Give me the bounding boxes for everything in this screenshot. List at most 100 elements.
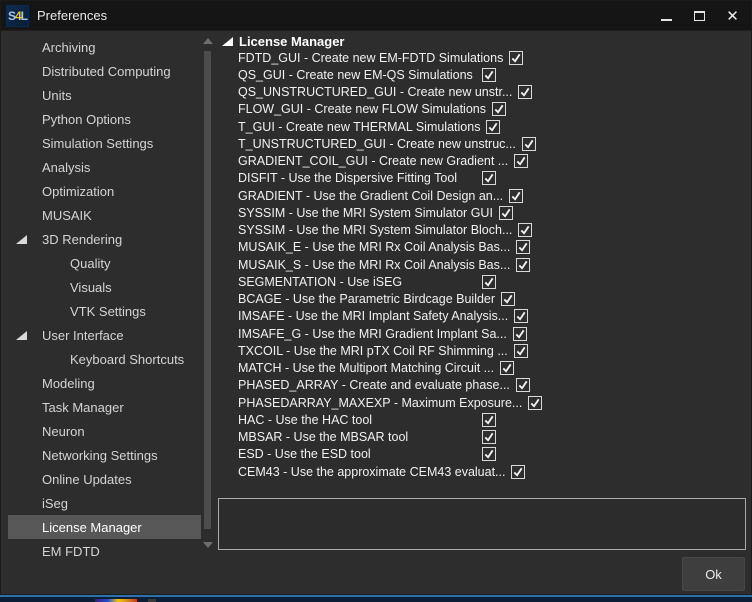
license-checkbox[interactable] (482, 430, 496, 445)
license-checkbox[interactable] (516, 240, 531, 255)
license-checkbox[interactable] (518, 223, 533, 238)
license-checkbox[interactable] (521, 136, 536, 151)
window-controls: ✕ (650, 1, 749, 31)
sidebar-item-python-options[interactable]: Python Options (2, 107, 201, 131)
titlebar: S4L Preferences ✕ (1, 1, 751, 31)
maximize-button[interactable] (683, 1, 716, 31)
sidebar-item-networking-settings[interactable]: Networking Settings (2, 443, 201, 467)
license-checkbox[interactable] (500, 361, 515, 376)
license-row: SEGMENTATION - Use iSEG (238, 273, 496, 290)
license-row: DISFIT - Use the Dispersive Fitting Tool (238, 170, 496, 187)
license-row: TXCOIL - Use the MRI pTX Coil RF Shimmin… (238, 342, 528, 359)
license-row: HAC - Use the HAC tool (238, 411, 496, 428)
close-icon: ✕ (726, 7, 739, 25)
license-checkbox[interactable] (482, 447, 496, 462)
sidebar-item-license-manager[interactable]: License Manager (8, 515, 201, 539)
license-item-label: MBSAR - Use the MBSAR tool (238, 430, 409, 445)
badge-letter-s: S (7, 9, 16, 23)
sidebar-item-label: Analysis (42, 159, 91, 175)
license-item-label: DISFIT - Use the Dispersive Fitting Tool (238, 171, 458, 186)
sidebar-item-label: Modeling (42, 375, 95, 391)
sidebar-scrollbar[interactable] (201, 34, 214, 550)
license-row: QS_UNSTRUCTURED_GUI - Create new unstr..… (238, 84, 533, 101)
description-box[interactable] (218, 498, 746, 550)
sidebar-item-archiving[interactable]: Archiving (2, 35, 201, 59)
license-checkbox[interactable] (509, 50, 524, 65)
sidebar-item-label: Online Updates (42, 471, 132, 487)
sidebar-item-vtk-settings[interactable]: VTK Settings (2, 299, 201, 323)
license-item-label: MUSAIK_E - Use the MRI Rx Coil Analysis … (238, 240, 511, 255)
license-row: SYSSIM - Use the MRI System Simulator Bl… (238, 222, 533, 239)
sidebar-item-label: Units (42, 87, 72, 103)
license-checkbox[interactable] (513, 343, 528, 358)
license-checkbox[interactable] (512, 326, 527, 341)
license-item-label: ESD - Use the ESD tool (238, 447, 371, 462)
sidebar-item-label: 3D Rendering (42, 231, 123, 247)
license-checkbox[interactable] (486, 119, 501, 134)
sidebar-item-analysis[interactable]: Analysis (2, 155, 201, 179)
sidebar-item-3d-rendering[interactable]: 3D Rendering (2, 227, 201, 251)
license-checkbox[interactable] (498, 205, 513, 220)
license-checkbox[interactable] (509, 188, 524, 203)
close-button[interactable]: ✕ (716, 1, 749, 31)
license-checkbox[interactable] (491, 102, 506, 117)
badge-letter-l: L (20, 9, 28, 23)
license-manager-header: License Manager (222, 34, 345, 49)
sidebar-item-simulation-settings[interactable]: Simulation Settings (2, 131, 201, 155)
license-item-label: CEM43 - Use the approximate CEM43 evalua… (238, 464, 506, 479)
sidebar-item-em-fdtd[interactable]: EM FDTD (2, 539, 201, 563)
license-checkbox[interactable] (516, 257, 531, 272)
ok-button[interactable]: Ok (682, 557, 745, 591)
license-checkbox[interactable] (482, 274, 496, 289)
license-item-label: MATCH - Use the Multiport Matching Circu… (238, 361, 495, 376)
license-checkbox[interactable] (514, 309, 529, 324)
license-checkbox[interactable] (501, 292, 516, 307)
sidebar-item-label: Keyboard Shortcuts (70, 351, 185, 367)
sidebar-item-optimization[interactable]: Optimization (2, 179, 201, 203)
expanded-branch-icon[interactable] (222, 37, 233, 46)
license-checkbox[interactable] (528, 395, 543, 410)
license-row: GRADIENT_COIL_GUI - Create new Gradient … (238, 153, 529, 170)
screen: S4L Preferences ✕ Archiving Distributed C… (0, 0, 752, 602)
license-row: FDTD_GUI - Create new EM-FDTD Simulation… (238, 49, 524, 66)
license-item-label: SEGMENTATION - Use iSEG (238, 274, 403, 289)
license-item-label: HAC - Use the HAC tool (238, 412, 373, 427)
minimize-button[interactable] (650, 1, 683, 31)
s4l-app-icon: S4L (6, 5, 29, 27)
license-item-label: GRADIENT_COIL_GUI - Create new Gradient … (238, 154, 509, 169)
license-row: FLOW_GUI - Create new FLOW Simulations (238, 101, 506, 118)
sidebar-item-online-updates[interactable]: Online Updates (2, 467, 201, 491)
preferences-dialog: S4L Preferences ✕ Archiving Distributed C… (0, 0, 752, 595)
sidebar-item-visuals[interactable]: Visuals (2, 275, 201, 299)
scroll-up-icon[interactable] (203, 38, 213, 44)
scrollbar-thumb[interactable] (204, 51, 211, 529)
maximize-icon (694, 11, 705, 21)
license-checkbox[interactable] (482, 171, 496, 186)
sidebar-item-label: License Manager (42, 519, 142, 535)
panel-title: License Manager (239, 34, 345, 49)
sidebar-item-keyboard-shortcuts[interactable]: Keyboard Shortcuts (2, 347, 201, 371)
sidebar-item-distributed-computing[interactable]: Distributed Computing (2, 59, 201, 83)
sidebar-item-units[interactable]: Units (2, 83, 201, 107)
license-checkbox[interactable] (514, 154, 529, 169)
sidebar-item-iseg[interactable]: iSeg (2, 491, 201, 515)
license-item-label: QS_UNSTRUCTURED_GUI - Create new unstr..… (238, 85, 513, 100)
sidebar-item-user-interface[interactable]: User Interface (2, 323, 201, 347)
sidebar-item-musaik[interactable]: MUSAIK (2, 203, 201, 227)
license-item-label: TXCOIL - Use the MRI pTX Coil RF Shimmin… (238, 343, 508, 358)
license-row: T_UNSTRUCTURED_GUI - Create new unstruc.… (238, 135, 536, 152)
sidebar-item-label: Optimization (42, 183, 115, 199)
scroll-down-icon[interactable] (203, 542, 213, 548)
license-checkbox[interactable] (482, 67, 496, 82)
license-checkbox[interactable] (515, 378, 530, 393)
license-checkbox[interactable] (511, 464, 526, 479)
minimize-icon (661, 19, 672, 21)
sidebar-item-modeling[interactable]: Modeling (2, 371, 201, 395)
license-item-label: QS_GUI - Create new EM-QS Simulations (238, 67, 473, 82)
license-checkbox[interactable] (482, 412, 496, 427)
license-checkbox[interactable] (518, 85, 533, 100)
license-row: T_GUI - Create new THERMAL Simulations (238, 118, 501, 135)
sidebar-item-quality[interactable]: Quality (2, 251, 201, 275)
sidebar-item-neuron[interactable]: Neuron (2, 419, 201, 443)
sidebar-item-task-manager[interactable]: Task Manager (2, 395, 201, 419)
